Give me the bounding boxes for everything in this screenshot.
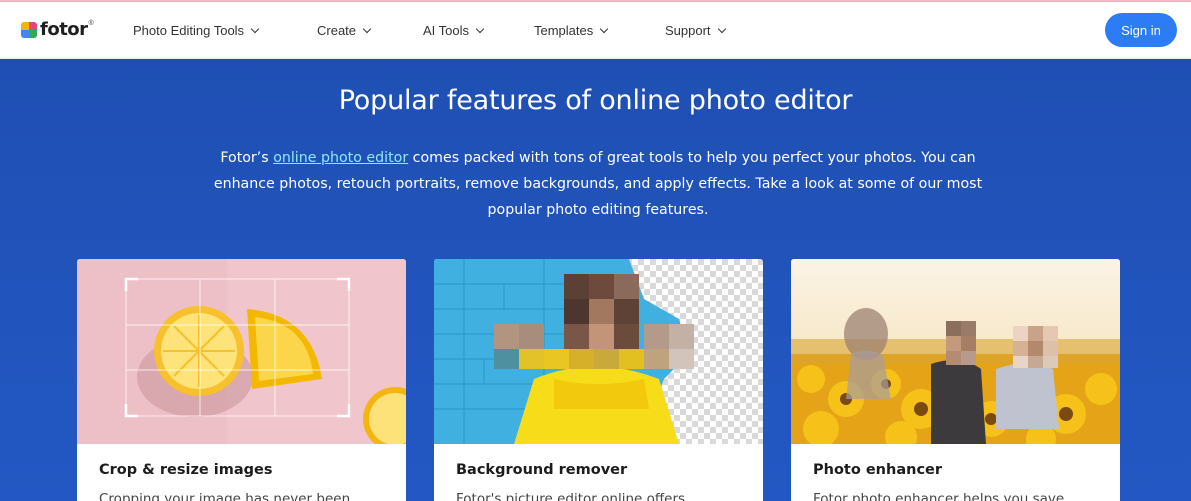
background-remover-example-image (434, 259, 763, 444)
chevron-down-icon (250, 24, 260, 33)
nav-label: Support (665, 23, 711, 38)
feature-card-crop[interactable]: Crop & resize images Cropping your image… (77, 259, 406, 501)
feature-card-photo-enhancer[interactable]: Photo enhancer Fotor photo enhancer help… (791, 259, 1120, 501)
section-title: Popular features of online photo editor (338, 85, 853, 116)
card-text: Fotor's picture editor online offers (456, 491, 686, 501)
card-title: Crop & resize images (99, 462, 273, 478)
section-description: Fotor’s online photo editor comes packed… (180, 145, 1016, 223)
nav-label: Create (317, 23, 357, 38)
chevron-down-icon (362, 24, 372, 33)
nav-support[interactable]: Support (665, 2, 726, 59)
nav-templates[interactable]: Templates (534, 2, 609, 59)
nav-ai-tools[interactable]: AI Tools (423, 2, 485, 59)
feature-card-background-remover[interactable]: Background remover Fotor's picture edito… (434, 259, 763, 501)
top-navigation-bar: fotor ® Photo Editing Tools Create AI To… (0, 2, 1191, 59)
chevron-down-icon (717, 24, 726, 33)
card-text: Cropping your image has never been (99, 491, 351, 501)
photo-enhancer-example-image (791, 259, 1120, 444)
nav-label: Templates (534, 23, 594, 38)
nav-create[interactable]: Create (317, 2, 372, 59)
desc-text: comes packed with tons of great tools to… (408, 150, 976, 166)
desc-text: Fotor’s (220, 150, 274, 166)
nav-label: Photo Editing Tools (133, 23, 245, 38)
desc-text: enhance photos, retouch portraits, remov… (213, 176, 983, 192)
features-hero-section: Popular features of online photo editor … (0, 59, 1191, 501)
nav-photo-editing-tools[interactable]: Photo Editing Tools (133, 2, 260, 59)
online-photo-editor-link[interactable]: online photo editor (273, 150, 408, 166)
chevron-down-icon (475, 24, 485, 33)
fotor-logo-icon (21, 21, 37, 38)
card-title: Background remover (456, 462, 628, 478)
crop-example-image (77, 259, 406, 444)
card-text: Fotor photo enhancer helps you save (813, 491, 1065, 501)
chevron-down-icon (600, 24, 609, 33)
registered-mark: ® (88, 20, 94, 27)
sign-in-button[interactable]: Sign in (1105, 13, 1177, 47)
nav-label: AI Tools (423, 23, 470, 38)
desc-text: popular photo editing features. (487, 202, 709, 218)
fotor-logo[interactable]: fotor ® (21, 19, 94, 40)
logo-text: fotor (40, 19, 88, 40)
card-title: Photo enhancer (813, 462, 943, 478)
